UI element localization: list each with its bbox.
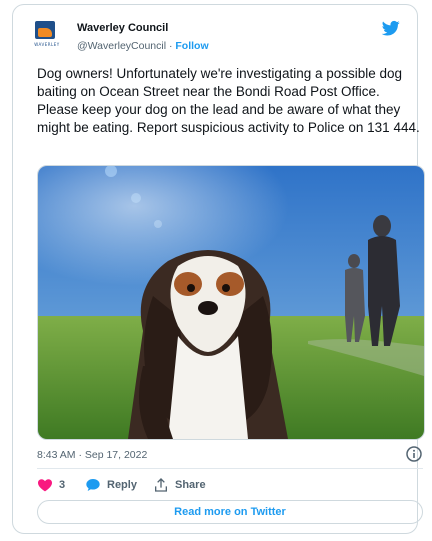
tweet-card: WAVERLEY Waverley Council @WaverleyCounc… [12,4,425,534]
dog-photo-image [38,166,424,439]
info-icon[interactable] [406,446,422,462]
like-count: 3 [59,479,66,491]
twitter-bird-icon[interactable] [381,19,401,37]
divider [37,468,423,469]
share-label: Share [175,479,206,491]
waverley-logo-icon [35,21,55,39]
tweet-timestamp[interactable]: 8:43 AM · Sep 17, 2022 [37,449,147,461]
separator: · [168,40,173,52]
handle-row: @WaverleyCouncil · Follow [77,40,209,52]
reply-button[interactable]: Reply [85,475,137,495]
account-handle[interactable]: @WaverleyCouncil [77,40,166,52]
account-name[interactable]: Waverley Council [77,22,168,34]
share-button[interactable]: Share [153,475,206,495]
tweet-photo[interactable] [37,165,425,440]
reply-icon [86,479,100,491]
heart-icon [38,479,52,492]
read-more-button[interactable]: Read more on Twitter [37,500,423,524]
follow-button[interactable]: Follow [175,40,208,52]
tweet-text: Dog owners! Unfortunately we're investig… [37,66,420,135]
share-icon [155,478,167,492]
logo-text: WAVERLEY [34,42,60,47]
tweet-header: WAVERLEY Waverley Council @WaverleyCounc… [27,17,403,57]
reply-label: Reply [107,479,137,491]
avatar[interactable]: WAVERLEY [31,20,61,50]
tweet-actions: 3 Reply Share [37,475,337,497]
like-button[interactable]: 3 [37,475,65,495]
